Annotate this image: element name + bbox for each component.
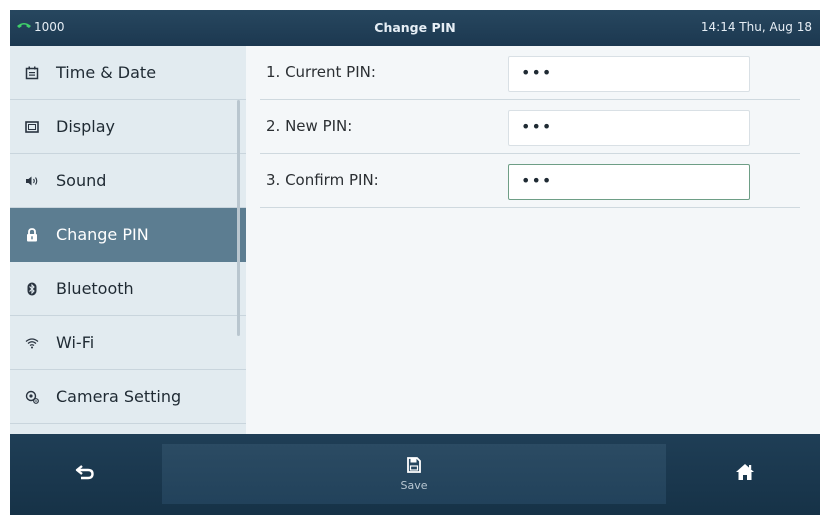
date-time: 14:14 Thu, Aug 18 — [700, 20, 812, 34]
sidebar-item-label: Sound — [56, 171, 107, 190]
back-button[interactable] — [40, 444, 130, 504]
confirm-pin-row: 3. Confirm PIN: ••• — [260, 154, 800, 208]
phone-screen: 1000 Change PIN 14:14 Thu, Aug 18 Time &… — [10, 10, 820, 515]
new-pin-input[interactable]: ••• — [508, 110, 750, 146]
sidebar-item-bluetooth[interactable]: Bluetooth — [10, 262, 246, 316]
bluetooth-icon — [24, 281, 40, 297]
page-title: Change PIN — [374, 20, 456, 35]
sidebar-item-label: Wi-Fi — [56, 333, 95, 352]
softkey-bar: Save — [10, 434, 820, 515]
current-pin-input[interactable]: ••• — [508, 56, 750, 92]
confirm-pin-label: 3. Confirm PIN: — [266, 171, 379, 189]
current-pin-label: 1. Current PIN: — [266, 63, 376, 81]
speaker-icon — [24, 173, 40, 189]
camera-icon — [24, 389, 40, 405]
sidebar-item-change-pin[interactable]: Change PIN — [10, 208, 246, 262]
new-pin-row: 2. New PIN: ••• — [260, 100, 800, 154]
save-icon — [407, 456, 421, 476]
back-arrow-icon — [75, 464, 95, 484]
sidebar-item-sound[interactable]: Sound — [10, 154, 246, 208]
sidebar-item-label: Change PIN — [56, 225, 149, 244]
new-pin-label: 2. New PIN: — [266, 117, 353, 135]
lock-icon — [24, 227, 40, 243]
home-button[interactable] — [700, 444, 790, 504]
change-pin-form: 1. Current PIN: ••• 2. New PIN: ••• 3. C… — [246, 46, 820, 434]
calendar-icon — [24, 65, 40, 81]
wifi-icon — [24, 335, 40, 351]
sidebar-item-label: Camera Setting — [56, 387, 182, 406]
save-label: Save — [400, 478, 428, 492]
home-icon — [735, 463, 755, 485]
sidebar-item-label: Time & Date — [56, 63, 157, 82]
current-pin-row: 1. Current PIN: ••• — [260, 46, 800, 100]
confirm-pin-input[interactable]: ••• — [508, 164, 750, 200]
sidebar-item-wifi[interactable]: Wi-Fi — [10, 316, 246, 370]
sidebar-item-label: Display — [56, 117, 115, 136]
sidebar-item-label: Bluetooth — [56, 279, 134, 298]
sidebar-item-display[interactable]: Display — [10, 100, 246, 154]
display-icon — [24, 119, 40, 135]
sidebar-scrollbar[interactable] — [237, 100, 240, 336]
status-bar: 1000 Change PIN 14:14 Thu, Aug 18 — [10, 10, 820, 46]
settings-sidebar: Time & Date Display Sound Change PIN Blu… — [10, 46, 246, 434]
sidebar-item-time-date[interactable]: Time & Date — [10, 46, 246, 100]
save-button[interactable]: Save — [162, 444, 666, 504]
sidebar-item-camera-setting[interactable]: Camera Setting — [10, 370, 246, 424]
